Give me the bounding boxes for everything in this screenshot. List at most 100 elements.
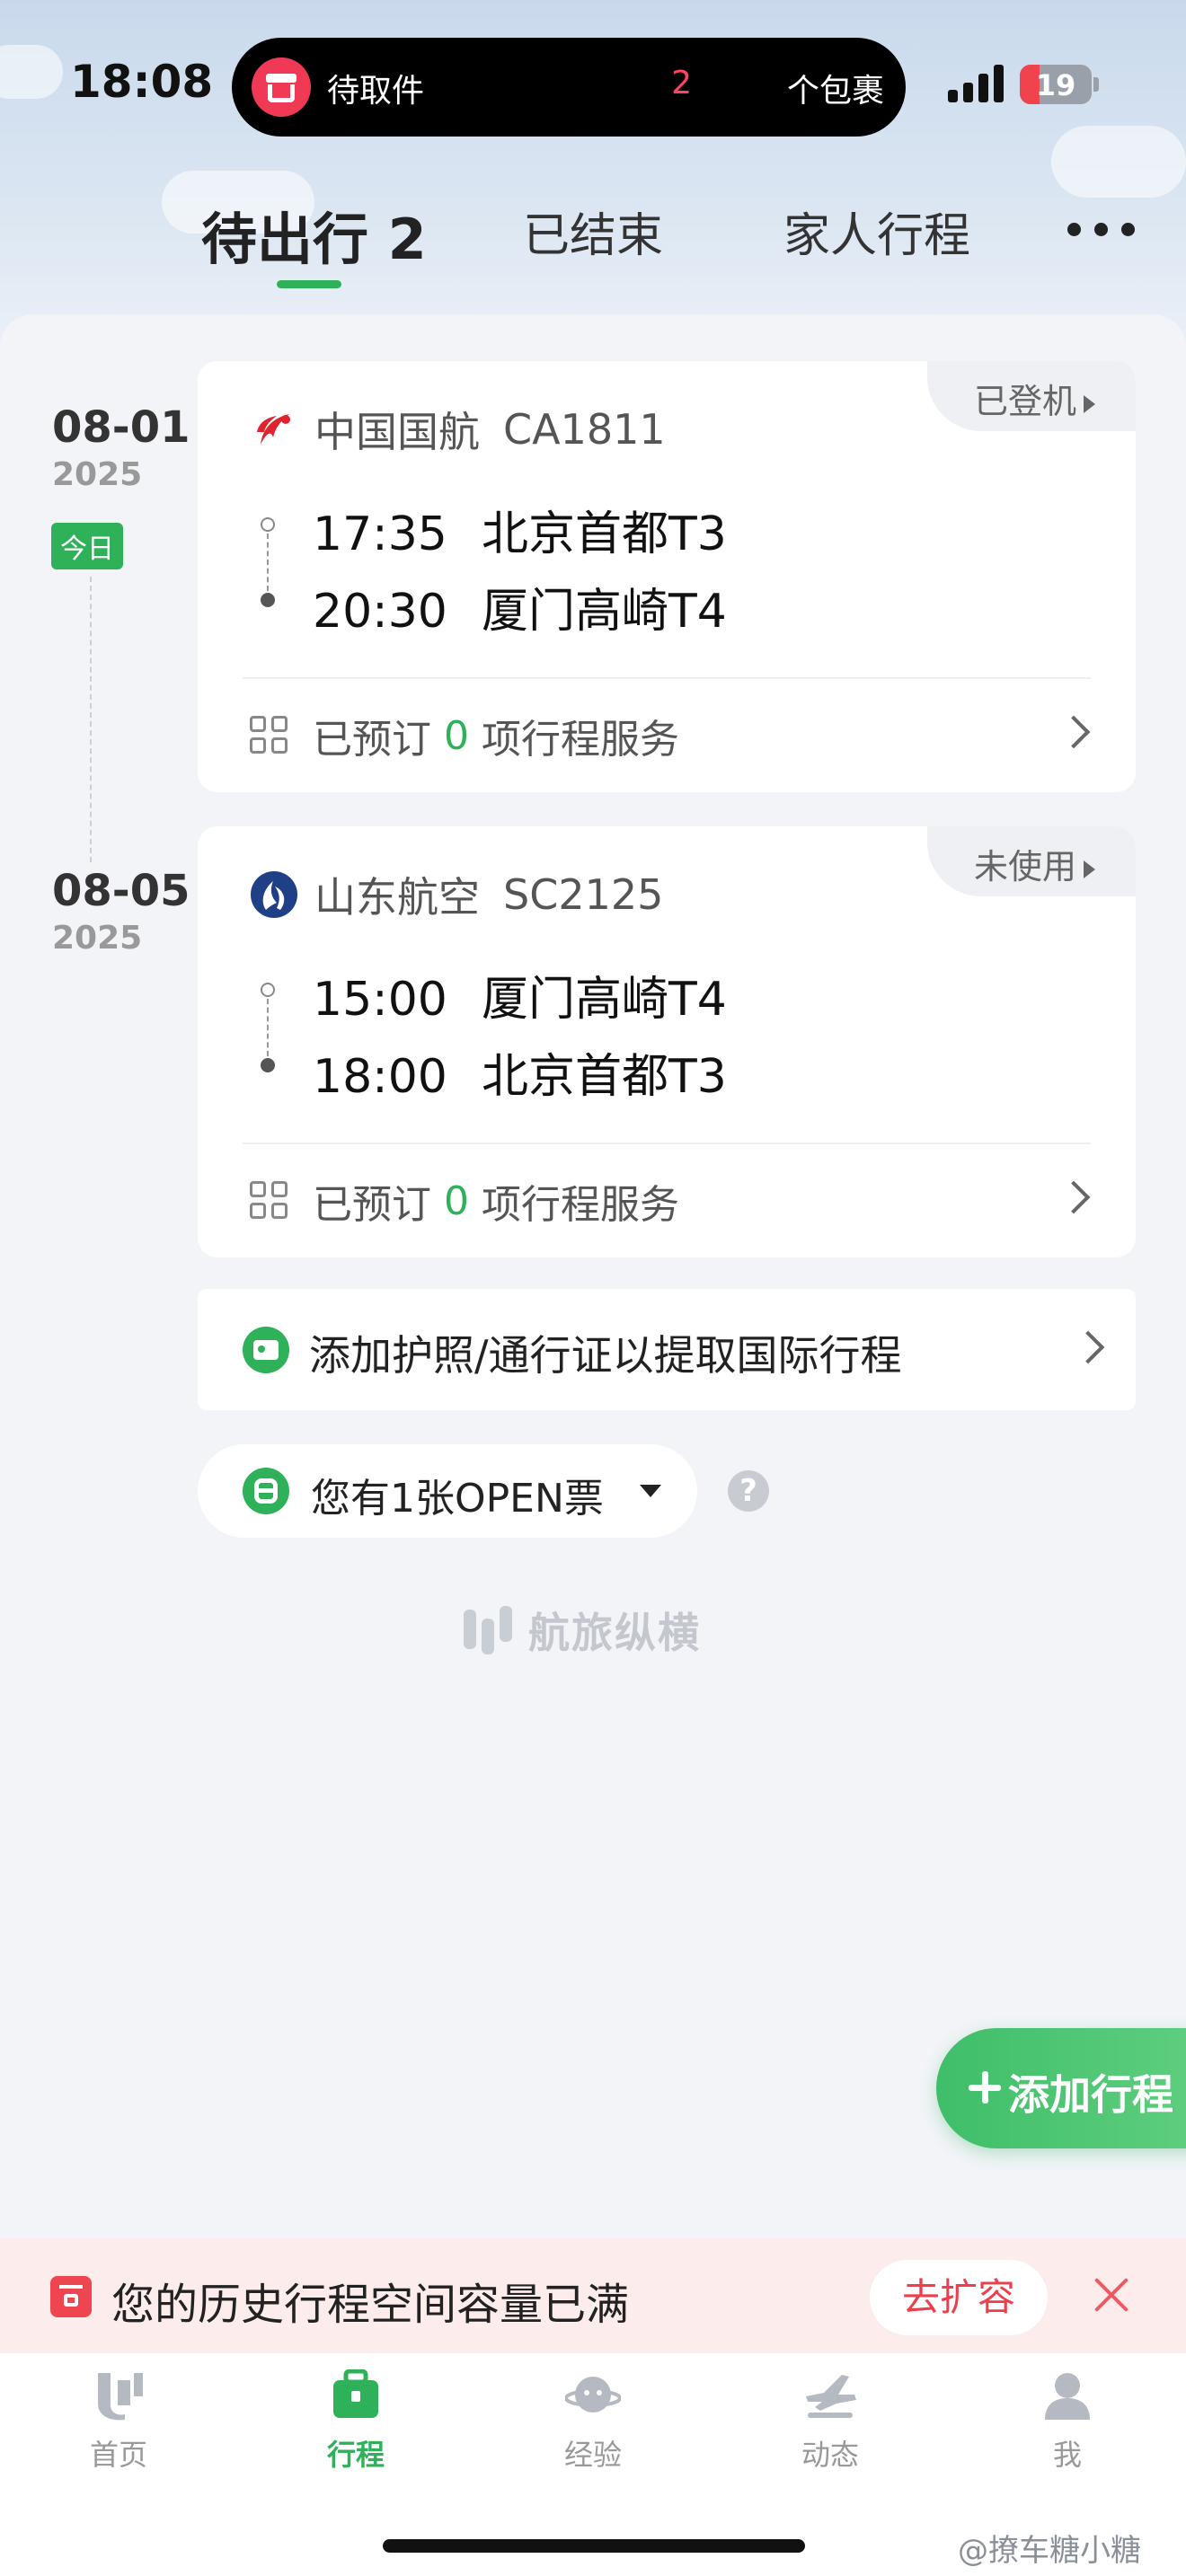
tab-family-trips[interactable]: 家人行程 [783,198,970,265]
trip-services-row[interactable]: 已预订 0 项行程服务 [250,1169,1100,1232]
timeline-connector [90,577,92,862]
nav-label: 行程 [326,2438,385,2472]
arrival-row: 20:30 厦门高崎T4 [313,573,727,640]
airline-name: 山东航空 [314,873,480,922]
boarding-status-tag[interactable]: 已登机 [927,361,1136,431]
tab-finished[interactable]: 已结束 [523,198,663,265]
departure-row: 15:00 厦门高崎T4 [313,961,727,1028]
departure-airport: 北京首都T3 [482,507,727,561]
card-divider [243,677,1091,679]
card-divider [243,1142,1091,1144]
nav-label: 首页 [89,2438,147,2472]
departure-dot [261,517,275,532]
arrival-dot [261,593,275,607]
service-prefix: 已预订 [313,717,431,763]
nav-flight-status[interactable]: 动态 [758,2369,902,2474]
brand-name: 航旅纵横 [528,1609,701,1657]
trip-date-year: 2025 [52,456,143,493]
cellular-signal-icon [948,65,1005,102]
air-china-logo-icon [257,414,290,445]
today-badge: 今日 [51,523,123,569]
departure-row: 17:35 北京首都T3 [313,496,727,563]
storage-box-icon [50,2276,92,2317]
service-suffix: 项行程服务 [482,1182,679,1228]
dynamic-island-parcel[interactable]: 待取件 2 个包裹 [232,38,906,137]
flight-card[interactable]: 未使用 山东航空 SC2125 15:00 厦门高崎T4 18:00 北京首都T3 … [198,826,1136,1257]
parcel-box-icon [252,57,311,117]
route-line [267,999,269,1056]
battery-level: 19 [1035,68,1076,102]
nav-label: 经验 [563,2438,622,2472]
arrival-time: 18:00 [313,1050,447,1104]
trip-date-day: 08-01 [52,402,190,453]
battery-icon: 19 [1020,65,1092,104]
status-label: 未使用 [974,847,1077,887]
service-suffix: 项行程服务 [482,717,679,763]
banner-message: 您的历史行程空间容量已满 [111,2280,630,2330]
add-trip-button[interactable]: 添加行程 [936,2028,1186,2148]
triangle-right-icon [1084,395,1096,413]
usage-status-tag[interactable]: 未使用 [927,826,1136,896]
flight-card[interactable]: 已登机 中国国航 CA1811 17:35 北京首都T3 20:30 厦门高崎T4 … [198,361,1136,792]
arrival-dot [261,1058,275,1072]
island-unit: 个包裹 [786,73,884,110]
trip-date-year: 2025 [52,920,143,957]
departure-dot [261,983,275,997]
close-icon[interactable] [1091,2274,1132,2316]
trip-date-day: 08-05 [52,866,190,916]
caret-down-icon [640,1485,661,1497]
add-passport-row[interactable]: 添加护照/通行证以提取国际行程 [198,1289,1136,1410]
tab-upcoming[interactable]: 待出行 2 [201,194,427,275]
cloud-decoration [1051,126,1186,198]
flight-status-icon [806,2375,856,2418]
triangle-right-icon [1084,860,1096,878]
airline-name: 中国国航 [314,408,480,456]
status-time: 18:08 [70,56,214,108]
open-ticket-dropdown[interactable]: 您有1张OPEN票 [198,1444,697,1538]
battery-tip [1093,77,1099,92]
trip-date: 08-01 2025 [52,402,190,493]
arrival-row: 18:00 北京首都T3 [313,1038,727,1106]
chevron-right-icon [1071,1330,1105,1364]
profile-icon [1045,2373,1090,2420]
plus-icon [969,2071,1001,2104]
add-trip-label: 添加行程 [1008,2070,1173,2119]
trip-date: 08-05 2025 [52,866,190,957]
brand-logo-icon [464,1606,516,1654]
add-passport-label: 添加护照/通行证以提取国际行程 [309,1331,902,1380]
active-tab-indicator [277,280,341,288]
trip-icon [333,2369,378,2418]
nav-home[interactable]: 首页 [47,2369,190,2474]
airline-row: 山东航空 SC2125 [250,868,663,922]
more-icon[interactable] [1067,223,1136,237]
help-icon[interactable]: ? [728,1470,769,1512]
service-count: 0 [444,712,469,759]
expand-storage-button[interactable]: 去扩容 [870,2260,1048,2335]
departure-airport: 厦门高崎T4 [482,973,727,1027]
trip-services-row[interactable]: 已预订 0 项行程服务 [250,704,1100,767]
nav-label: 我 [1052,2438,1082,2472]
nav-experience[interactable]: 经验 [521,2369,665,2474]
arrival-airport: 北京首都T3 [482,1050,727,1104]
weibo-watermark: @撩车糖小糖 [958,2533,1141,2569]
departure-time: 15:00 [313,973,447,1027]
home-icon [98,2373,143,2421]
cloud-decoration [0,45,63,99]
status-label: 已登机 [974,382,1077,421]
island-label: 待取件 [327,73,425,110]
brand-watermark: 航旅纵横 [464,1599,701,1662]
route-line [267,534,269,591]
ticket-icon [243,1468,289,1514]
arrival-time: 20:30 [313,585,447,639]
grid-icon [250,1181,289,1221]
id-card-icon [243,1327,289,1373]
chevron-right-icon [1057,1180,1091,1214]
nav-profile[interactable]: 我 [996,2369,1139,2474]
storage-full-banner: 您的历史行程空间容量已满 去扩容 [0,2238,1186,2353]
nav-trips[interactable]: 行程 [284,2369,428,2474]
chevron-right-icon [1057,715,1091,749]
departure-time: 17:35 [313,507,447,561]
flight-number: CA1811 [503,405,666,454]
flight-number: SC2125 [503,870,664,919]
airline-row: 中国国航 CA1811 [250,402,666,456]
